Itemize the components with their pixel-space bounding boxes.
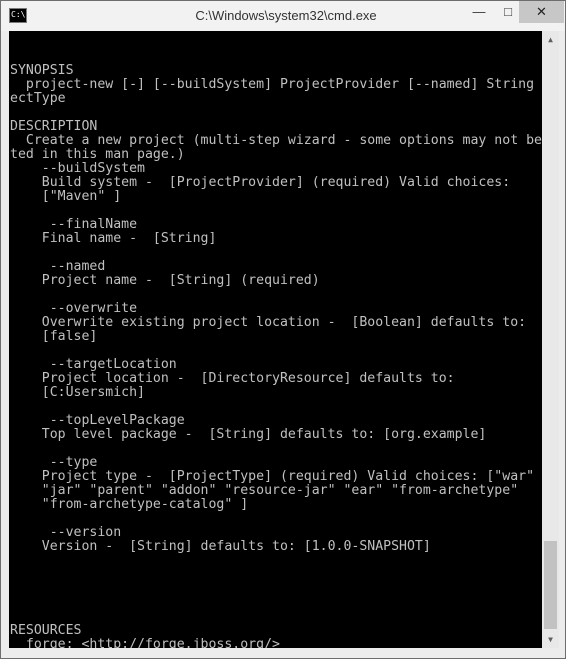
console-line: forge: <http://forge.jboss.org/> <box>10 637 280 649</box>
console-line: project-new [-] [--buildSystem] ProjectP… <box>10 77 542 92</box>
console-line: --named <box>10 259 106 274</box>
console-line: [false] <box>10 329 98 344</box>
close-button[interactable]: ✕ <box>519 1 564 23</box>
console-line: Top level package - [String] defaults to… <box>10 427 487 442</box>
vertical-scrollbar[interactable]: ▲ ▼ <box>542 31 559 648</box>
console-line: --version <box>10 525 122 540</box>
console-line: Project location - [DirectoryResource] d… <box>10 371 455 386</box>
console-line: "jar" "parent" "addon" "resource-jar" "e… <box>10 483 519 498</box>
console-line: --overwrite <box>10 301 138 316</box>
minimize-button[interactable]: — <box>465 1 493 23</box>
console-line: ectType <box>10 91 66 106</box>
window-title: C:\Windows\system32\cmd.exe <box>195 8 377 23</box>
console-line: --topLevelPackage <box>10 413 185 428</box>
scroll-down-icon[interactable]: ▼ <box>542 631 559 648</box>
console-line: --targetLocation <box>10 357 177 372</box>
console-line: DESCRIPTION <box>10 119 98 134</box>
console-line: Build system - [ProjectProvider] (requir… <box>10 175 511 190</box>
console-line: ["Maven" ] <box>10 189 122 204</box>
console-line: --type <box>10 455 98 470</box>
console-line: Overwrite existing project location - [B… <box>10 315 527 330</box>
console-lines: SYNOPSIS project-new [-] [--buildSystem]… <box>10 36 542 649</box>
scrollbar-thumb[interactable] <box>544 541 557 629</box>
console-line: [C:Usersmich] <box>10 385 145 400</box>
console-line: ted in this man page.) <box>10 147 185 162</box>
console-output[interactable]: SYNOPSIS project-new [-] [--buildSystem]… <box>9 31 542 648</box>
console-line: --buildSystem <box>10 161 145 176</box>
console-line: Create a new project (multi-step wizard … <box>10 133 542 148</box>
console-line: Project name - [String] (required) <box>10 273 320 288</box>
console-line: SYNOPSIS <box>10 63 74 78</box>
console-line: Project type - [ProjectType] (required) … <box>10 469 535 484</box>
cmd-window: C:\ C:\Windows\system32\cmd.exe — □ ✕ SY… <box>0 0 566 659</box>
scroll-up-icon[interactable]: ▲ <box>542 31 559 48</box>
title-bar[interactable]: C:\ C:\Windows\system32\cmd.exe — □ ✕ <box>1 1 565 31</box>
console-line: Final name - [String] <box>10 231 217 246</box>
maximize-button[interactable]: □ <box>494 1 522 23</box>
console-line: Version - [String] defaults to: [1.0.0-S… <box>10 539 431 554</box>
console-line: --finalName <box>10 217 138 232</box>
console-line: RESOURCES <box>10 623 82 638</box>
console-line: "from-archetype-catalog" ] <box>10 497 249 512</box>
cmd-app-icon[interactable]: C:\ <box>9 8 27 23</box>
